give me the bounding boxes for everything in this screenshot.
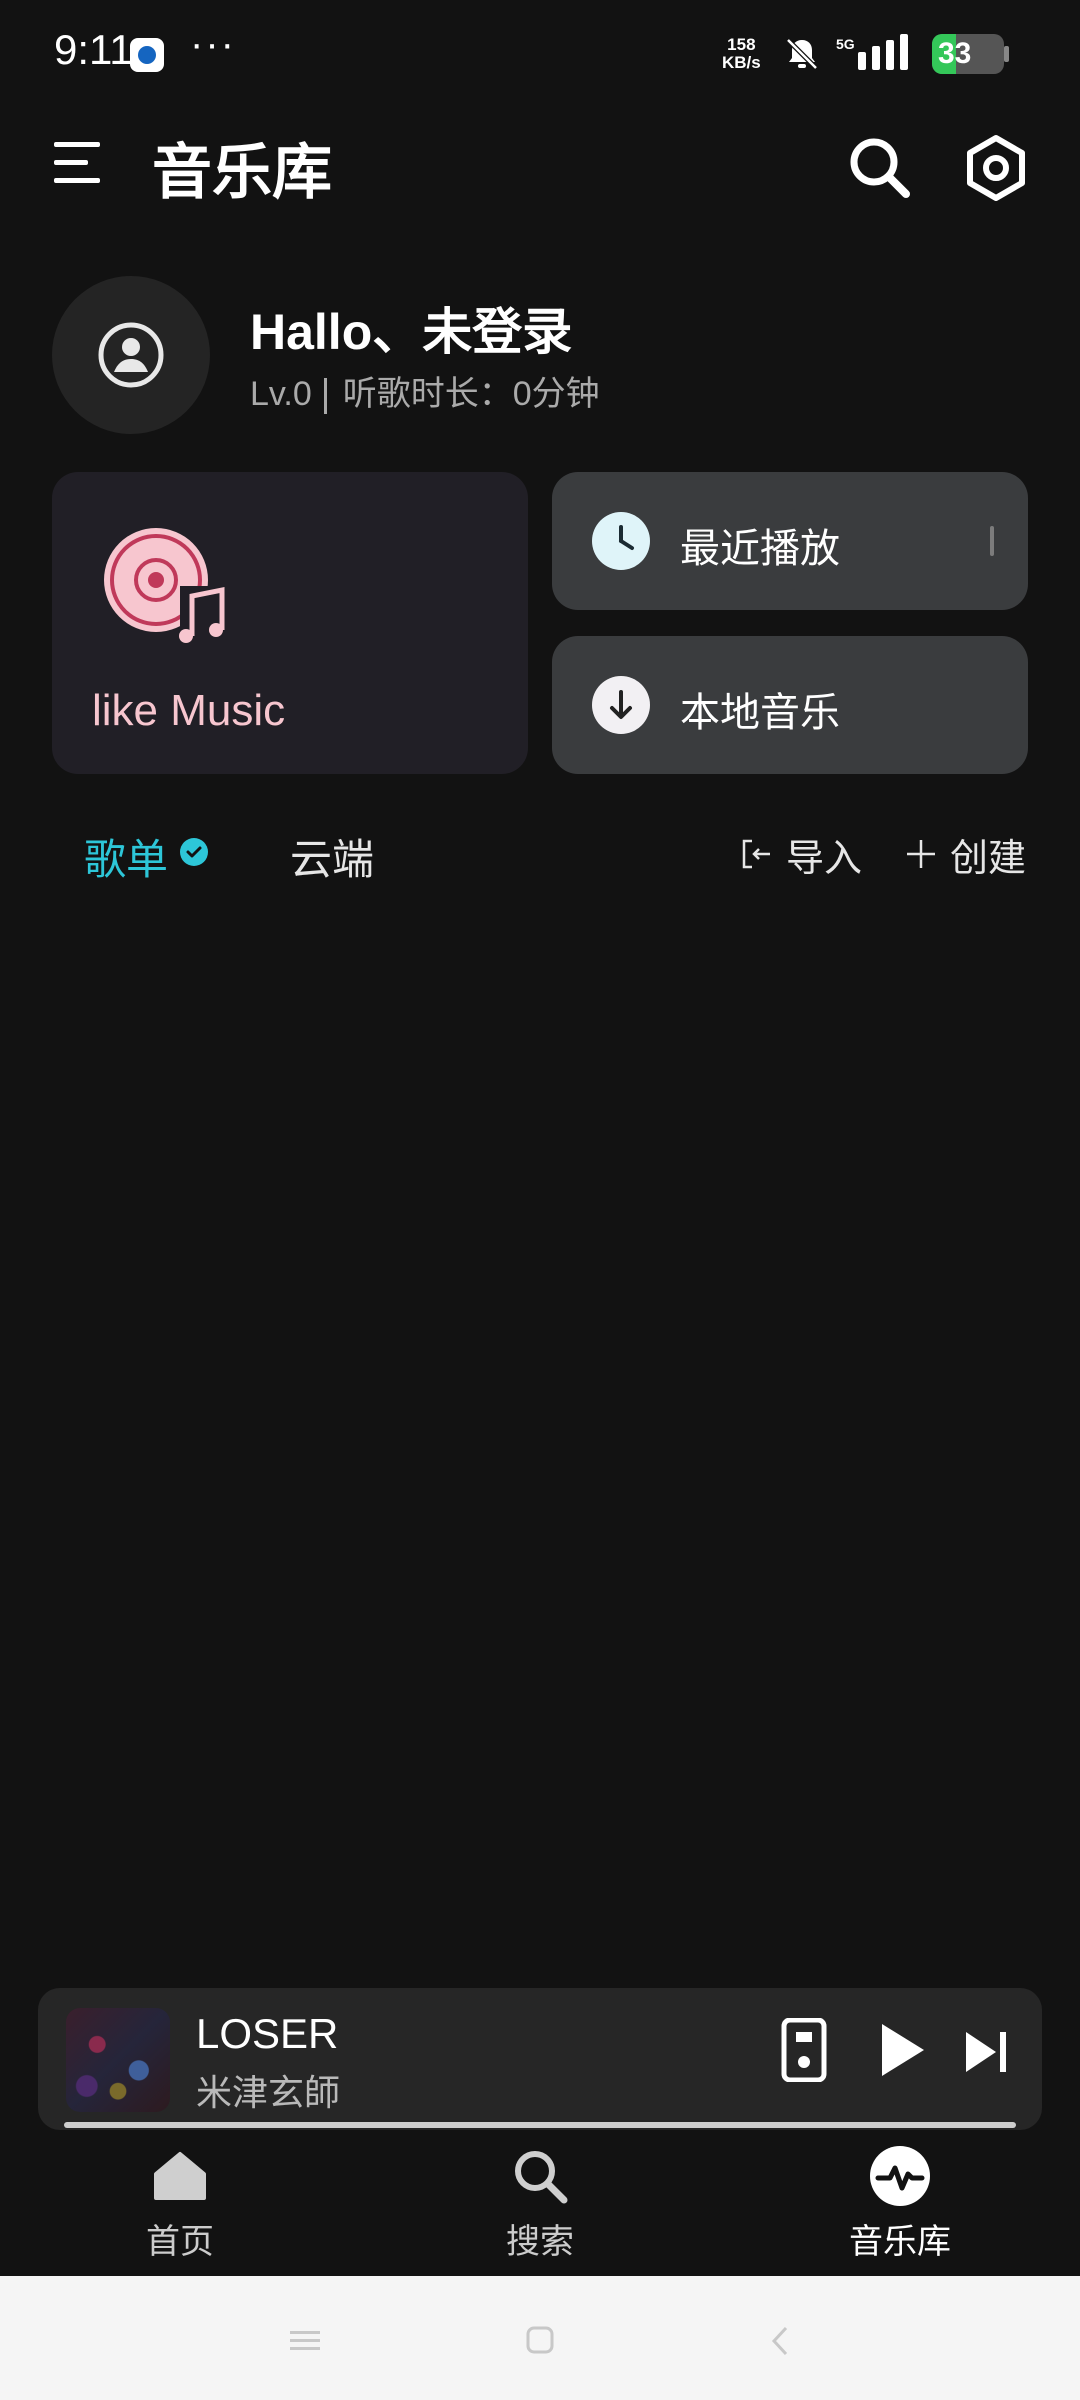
- play-icon[interactable]: [868, 2018, 932, 2082]
- liked-music-label: like Music: [92, 686, 286, 735]
- nav-library[interactable]: 音乐库: [800, 2144, 1000, 2263]
- status-time: 9:11: [54, 26, 133, 73]
- divider: [323, 378, 327, 415]
- network-type: 5G: [836, 36, 855, 52]
- signal-icon: [858, 34, 908, 70]
- user-icon: [98, 322, 164, 388]
- tab-cloud[interactable]: 云端: [290, 826, 374, 887]
- skip-next-icon[interactable]: [958, 2024, 1014, 2080]
- nav-library-label: 音乐库: [849, 2223, 951, 2261]
- card-indicator: [990, 526, 994, 556]
- bell-muted-icon: [786, 38, 818, 70]
- plus-icon: [907, 840, 935, 868]
- listen-time: 听歌时长：0分钟: [342, 375, 600, 413]
- recent-apps-icon[interactable]: [290, 2330, 320, 2352]
- music-disc-icon: [104, 528, 228, 644]
- nav-home-label: 首页: [146, 2223, 214, 2261]
- battery-indicator: 33: [932, 34, 1004, 74]
- user-stats: Lv.0 听歌时长：0分钟: [250, 366, 600, 415]
- avatar[interactable]: [52, 276, 210, 434]
- album-cover[interactable]: [66, 2008, 170, 2112]
- home-button-icon[interactable]: [526, 2326, 554, 2354]
- check-badge-icon: [180, 838, 208, 866]
- local-music-label: 本地音乐: [680, 691, 840, 735]
- back-icon[interactable]: [770, 2326, 790, 2356]
- network-speed: 158 KB/s: [722, 36, 761, 72]
- create-label: 创建: [950, 837, 1027, 880]
- song-title: LOSER: [196, 2010, 339, 2057]
- gear-icon[interactable]: [956, 128, 1036, 208]
- app-notification-icon: [130, 38, 164, 72]
- song-artist: 米津玄師: [196, 2072, 341, 2113]
- import-label: 导入: [786, 837, 863, 880]
- greeting-text[interactable]: Hallo、未登录: [250, 292, 572, 364]
- more-notifications-indicator: ···: [190, 22, 236, 66]
- recent-played-card[interactable]: 最近播放: [552, 472, 1028, 610]
- network-speed-unit: KB/s: [722, 53, 761, 72]
- download-icon: [592, 676, 650, 734]
- search-icon[interactable]: [840, 128, 920, 208]
- nav-search-label: 搜索: [506, 2223, 574, 2261]
- playback-progress[interactable]: [64, 2122, 1016, 2128]
- nav-home[interactable]: 首页: [80, 2144, 280, 2263]
- import-icon: [742, 839, 770, 869]
- network-speed-value: 158: [727, 35, 756, 54]
- recent-played-label: 最近播放: [680, 527, 840, 571]
- import-button[interactable]: 导入: [740, 826, 862, 882]
- search-icon: [515, 2151, 568, 2204]
- clock-icon: [592, 512, 650, 570]
- user-level: Lv.0: [250, 375, 312, 413]
- local-music-card[interactable]: 本地音乐: [552, 636, 1028, 774]
- nav-search[interactable]: 搜索: [440, 2144, 640, 2263]
- battery-percent: 33: [938, 37, 972, 70]
- battery-cap: [1004, 46, 1009, 62]
- menu-icon[interactable]: [52, 138, 106, 188]
- home-icon: [154, 2152, 206, 2200]
- tab-playlist[interactable]: 歌单: [84, 826, 168, 887]
- speaker-device-icon[interactable]: [780, 2018, 828, 2082]
- music-library-icon: [870, 2146, 930, 2206]
- page-title: 音乐库: [152, 139, 332, 206]
- create-button[interactable]: 创建: [904, 826, 1026, 882]
- mini-player[interactable]: LOSER 米津玄師: [38, 1988, 1042, 2130]
